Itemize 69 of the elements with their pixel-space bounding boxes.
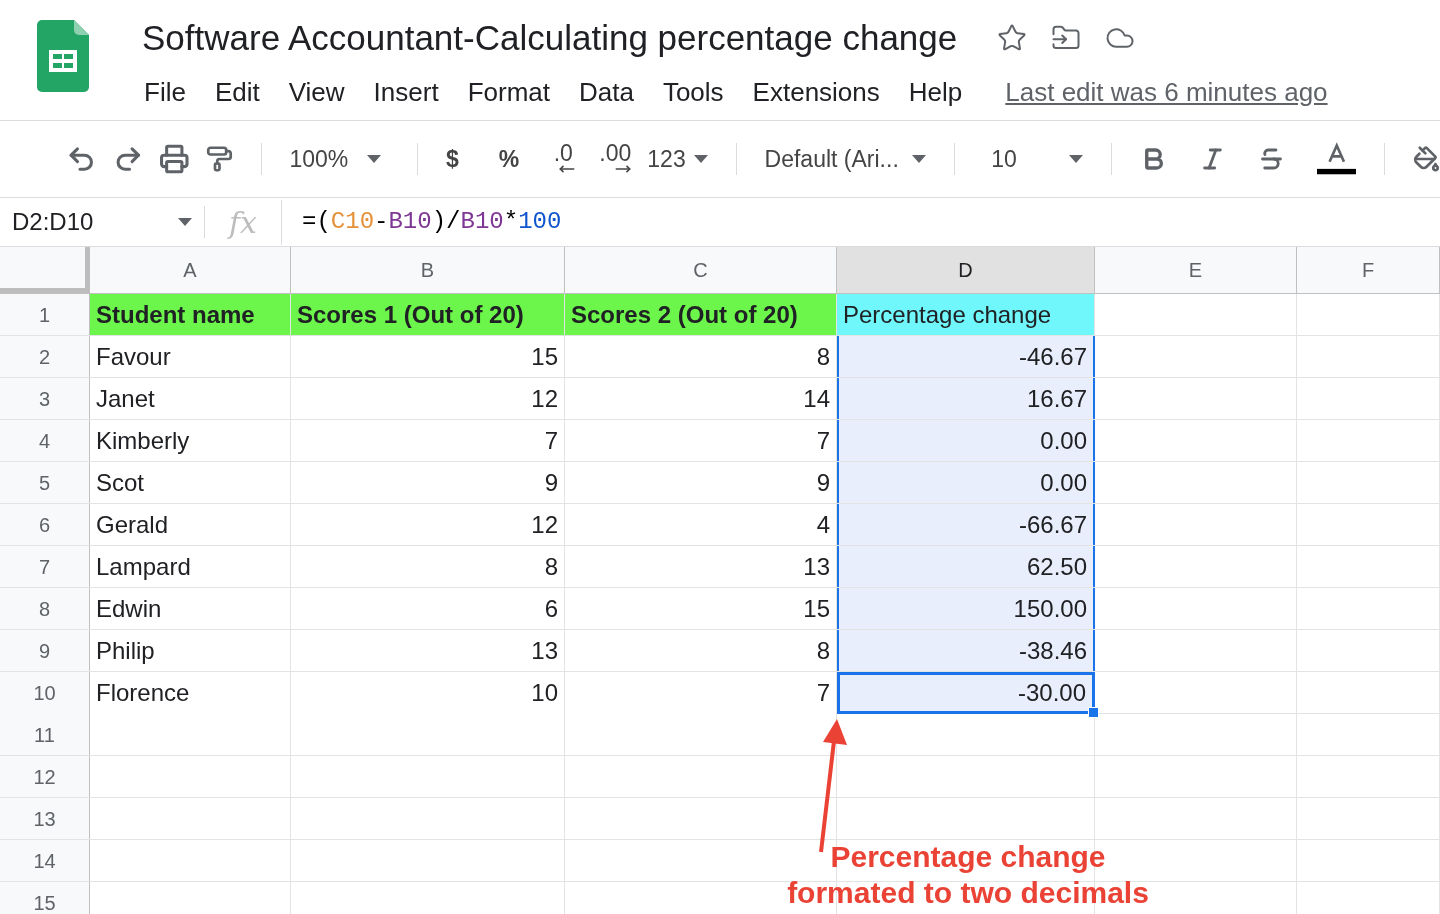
- table-cell[interactable]: Percentage change: [837, 294, 1095, 335]
- row-header[interactable]: 5: [0, 462, 90, 503]
- zoom-dropdown[interactable]: 100%: [289, 141, 390, 177]
- menu-item[interactable]: Help: [906, 72, 965, 112]
- menu-item[interactable]: Tools: [660, 72, 726, 112]
- name-box[interactable]: D2:D10: [0, 206, 205, 238]
- menu-item[interactable]: Data: [577, 72, 636, 112]
- table-cell[interactable]: -46.67: [837, 336, 1095, 377]
- caret-icon: [693, 155, 708, 163]
- row-header[interactable]: 13: [0, 798, 90, 839]
- table-cell[interactable]: 10: [291, 672, 565, 714]
- row-header[interactable]: 10: [0, 672, 90, 714]
- row-header[interactable]: 12: [0, 756, 90, 797]
- document-title[interactable]: Software Accountant-Calculating percentage change: [142, 12, 958, 65]
- table-cell[interactable]: -38.46: [837, 630, 1095, 671]
- formula-input[interactable]: =(C10-B10)/B10*100: [282, 204, 562, 240]
- menu-item[interactable]: View: [286, 72, 347, 112]
- decrease-decimals-button[interactable]: .0: [551, 141, 576, 177]
- menu-item[interactable]: File: [142, 72, 188, 112]
- row-header[interactable]: 11: [0, 714, 90, 755]
- row-header[interactable]: 9: [0, 630, 90, 671]
- table-cell[interactable]: Scores 2 (Out of 20): [565, 294, 837, 335]
- caret-icon: [1068, 155, 1083, 163]
- row-header[interactable]: 4: [0, 420, 90, 461]
- column-header[interactable]: F: [1297, 247, 1440, 293]
- table-cell[interactable]: 0.00: [837, 420, 1095, 461]
- row-header[interactable]: 7: [0, 546, 90, 587]
- currency-button[interactable]: $: [446, 141, 459, 177]
- column-header[interactable]: A: [90, 247, 291, 293]
- fill-color-icon[interactable]: [1413, 144, 1440, 174]
- row-header[interactable]: 14: [0, 840, 90, 881]
- table-cell[interactable]: 0.00: [837, 462, 1095, 503]
- annotation-text: Percentage change formated to two decimals: [786, 839, 1150, 911]
- menu-item[interactable]: Format: [465, 72, 552, 112]
- row-header[interactable]: 8: [0, 588, 90, 629]
- fill-handle[interactable]: [1088, 707, 1099, 718]
- column-header[interactable]: B: [291, 247, 565, 293]
- paint-format-icon[interactable]: [205, 144, 233, 174]
- increase-decimals-button[interactable]: .00: [599, 141, 632, 177]
- table-cell[interactable]: Student name: [90, 294, 291, 335]
- percent-button[interactable]: %: [498, 141, 520, 177]
- row-header[interactable]: 15: [0, 882, 90, 914]
- table-cell[interactable]: Florence: [90, 672, 291, 714]
- table-cell[interactable]: Scores 1 (Out of 20): [291, 294, 565, 335]
- caret-icon: [367, 155, 382, 163]
- table-cell[interactable]: 150.00: [837, 588, 1095, 629]
- table-cell[interactable]: 7: [565, 672, 837, 714]
- table-cell[interactable]: 16.67: [837, 378, 1095, 419]
- print-icon[interactable]: [159, 142, 190, 176]
- menu-item[interactable]: Insert: [371, 72, 441, 112]
- column-header[interactable]: D: [837, 247, 1095, 293]
- menu-item[interactable]: Edit: [212, 72, 262, 112]
- row-header[interactable]: 1: [0, 294, 90, 335]
- table-cell[interactable]: -66.67: [837, 504, 1095, 545]
- corner-cell[interactable]: [0, 247, 90, 293]
- caret-icon: [912, 155, 927, 163]
- last-edit-link[interactable]: Last edit was 6 minutes ago: [1005, 72, 1328, 112]
- column-header[interactable]: E: [1095, 247, 1297, 293]
- caret-icon: [178, 218, 192, 226]
- number-format-dropdown[interactable]: 123: [647, 141, 708, 177]
- row-header[interactable]: 3: [0, 378, 90, 419]
- row-header[interactable]: 2: [0, 336, 90, 377]
- row-header[interactable]: 6: [0, 504, 90, 545]
- menu-item[interactable]: Extensions: [750, 72, 882, 112]
- font-dropdown[interactable]: Default (Ari...: [764, 141, 927, 177]
- text-color-icon[interactable]: [1316, 142, 1357, 176]
- spreadsheet-logo-icon[interactable]: [37, 20, 89, 92]
- font-size-dropdown[interactable]: 10: [983, 141, 1083, 177]
- table-cell[interactable]: 62.50: [837, 546, 1095, 587]
